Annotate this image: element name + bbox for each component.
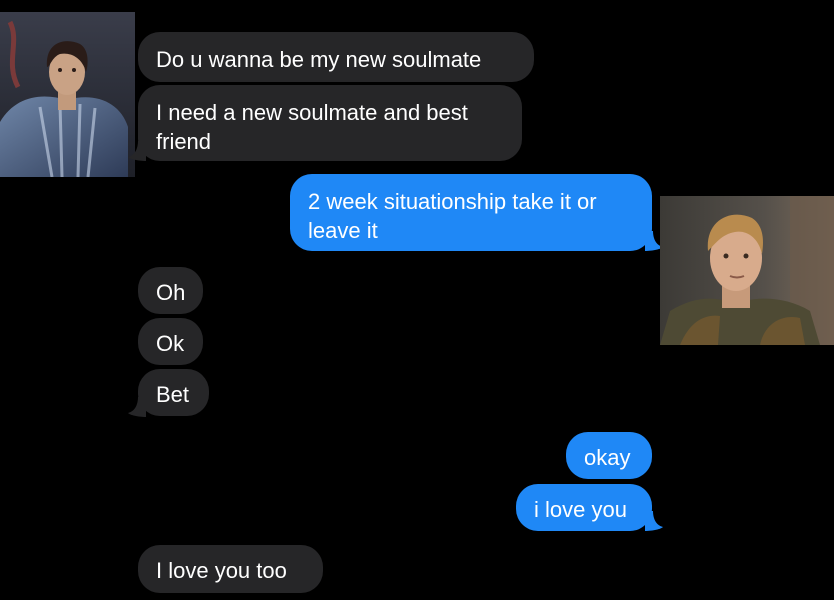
message-text: Do u wanna be my new soulmate xyxy=(156,47,482,72)
message-text: 2 week situationship take it or leave it xyxy=(308,189,597,243)
message-text: I love you too xyxy=(156,558,287,583)
bubble-tail-icon xyxy=(645,511,663,531)
bubble-tail-icon xyxy=(128,397,146,417)
message-bubble-received[interactable]: Bet xyxy=(138,369,209,416)
message-bubble-received[interactable]: I love you too xyxy=(138,545,323,593)
message-bubble-sent[interactable]: i love you xyxy=(516,484,652,531)
message-bubble-sent[interactable]: okay xyxy=(566,432,652,479)
message-text: i love you xyxy=(534,497,627,522)
message-text: I need a new soulmate and best friend xyxy=(156,100,468,154)
message-bubble-sent[interactable]: 2 week situationship take it or leave it xyxy=(290,174,652,251)
message-bubble-received[interactable]: I need a new soulmate and best friend xyxy=(138,85,522,161)
message-text: okay xyxy=(584,445,631,470)
bubble-tail-icon xyxy=(128,141,146,161)
message-bubble-received[interactable]: Do u wanna be my new soulmate xyxy=(138,32,534,82)
message-text: Bet xyxy=(156,382,190,407)
message-bubble-received[interactable]: Ok xyxy=(138,318,203,365)
message-text: Ok xyxy=(156,331,185,356)
contact-avatar-knight xyxy=(0,12,135,177)
message-text: Oh xyxy=(156,280,186,305)
contact-avatar-blond xyxy=(660,196,834,345)
message-bubble-received[interactable]: Oh xyxy=(138,267,203,314)
